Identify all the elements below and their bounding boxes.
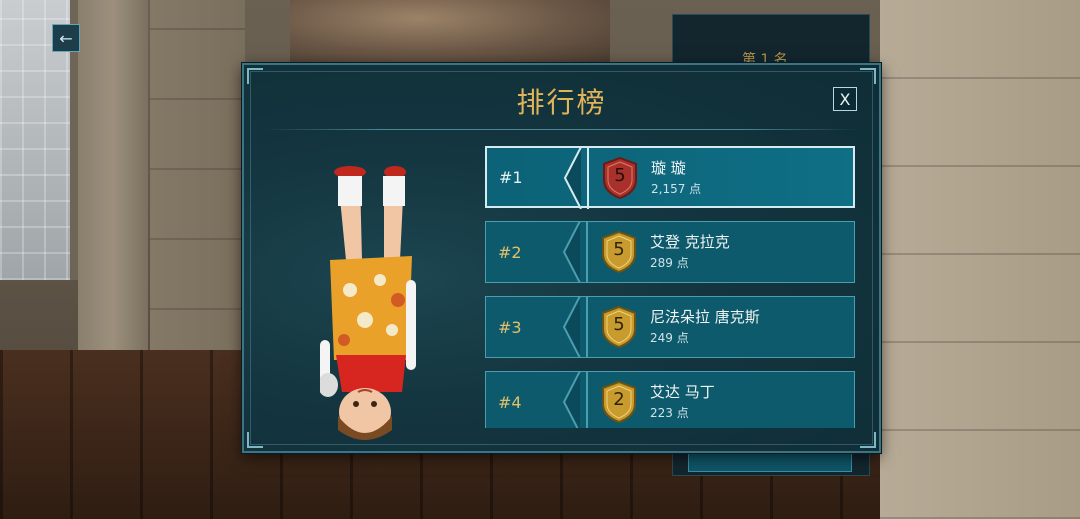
player-name: 艾登 克拉克 [650, 233, 730, 251]
close-icon: X [839, 89, 851, 109]
level-number: 5 [613, 239, 625, 260]
player-avatar [320, 166, 416, 440]
player-points: 2,157 点 [651, 182, 702, 196]
back-arrow-icon: ← [59, 28, 73, 48]
row-divider-chevron [562, 221, 588, 283]
stone-wall-left [150, 0, 245, 380]
row-divider-chevron [563, 147, 589, 209]
leaderboard-row[interactable]: #2 5 艾登 克拉克 289 点 [485, 221, 855, 283]
corner-ornament [247, 432, 263, 448]
row-divider-chevron [562, 371, 588, 428]
level-number: 2 [613, 389, 625, 410]
level-number: 5 [613, 314, 625, 335]
rank-label: #2 [498, 242, 522, 262]
row-divider-chevron [562, 296, 588, 358]
player-name: 艾达 马丁 [650, 383, 715, 401]
player-points: 249 点 [650, 331, 689, 345]
player-points: 223 点 [650, 406, 689, 420]
player-points: 289 点 [650, 256, 689, 270]
player-name: 璇 璇 [651, 159, 686, 177]
wall-painting [290, 0, 610, 62]
title-divider [264, 129, 859, 130]
rank-label: #1 [499, 167, 523, 187]
level-number: 5 [614, 165, 626, 186]
stone-wall-right [880, 0, 1080, 519]
leaderboard-row[interactable]: #3 5 尼法朵拉 唐克斯 249 点 [485, 296, 855, 358]
close-button[interactable]: X [833, 87, 857, 111]
rank-label: #3 [498, 317, 522, 337]
leaderboard-list[interactable]: #1 5 璇 璇 2,157 点 #2 5 艾登 克拉克 289 点 #3 5 … [485, 146, 855, 428]
rank-label: #4 [498, 392, 522, 412]
leaderboard-row[interactable]: #4 2 艾达 马丁 223 点 [485, 371, 855, 428]
corner-ornament [860, 432, 876, 448]
modal-title: 排行榜 [516, 86, 607, 119]
player-name: 尼法朵拉 唐克斯 [650, 308, 760, 326]
back-button[interactable]: ← [52, 24, 80, 52]
leaderboard-row[interactable]: #1 5 璇 璇 2,157 点 [485, 146, 855, 209]
